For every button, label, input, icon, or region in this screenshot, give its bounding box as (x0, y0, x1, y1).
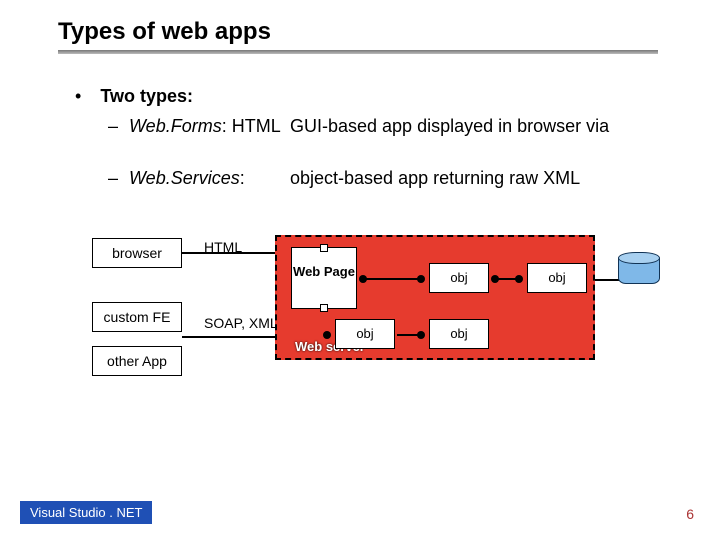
browser-box: browser (92, 238, 182, 268)
web-page-text: Web Page (293, 264, 355, 279)
bullet-webservices: – Web.Services: (108, 168, 245, 189)
webservices-suffix: : (240, 168, 245, 188)
webforms-suffix: : HTML (222, 116, 281, 136)
obj-box-bottom-right: obj (429, 319, 489, 349)
obj-box-right: obj (527, 263, 587, 293)
custom-fe-box: custom FE (92, 302, 182, 332)
page-number: 6 (686, 506, 694, 522)
obj-box-top: obj (429, 263, 489, 293)
other-app-box: other App (92, 346, 182, 376)
bullet-two-types-text: Two types: (100, 86, 193, 106)
database-icon (618, 258, 660, 290)
line-fe-to-server (182, 336, 278, 338)
page-title: Types of web apps (58, 18, 271, 46)
webforms-desc: GUI-based app displayed in browser via (290, 116, 609, 137)
endpoint-dot (323, 331, 331, 339)
conn-line (365, 278, 419, 280)
webservices-name: Web.Services (129, 168, 240, 188)
web-server-container: Web server Web Page obj obj obj obj (275, 235, 595, 360)
conn-line (397, 334, 421, 336)
footer-product-chip: Visual Studio . NET (20, 501, 152, 524)
bullet-webforms: – Web.Forms: HTML (108, 116, 281, 137)
line-browser-to-server (182, 252, 278, 254)
title-underline (58, 50, 658, 54)
webforms-name: Web.Forms (129, 116, 222, 136)
obj-box-bottom-left: obj (335, 319, 395, 349)
proto-soap-label: SOAP, XML (204, 316, 278, 331)
bullet-two-types: Two types: (75, 86, 193, 107)
webservices-desc: object-based app returning raw XML (290, 168, 580, 189)
web-page-box: Web Page (291, 247, 357, 309)
conn-line (495, 278, 519, 280)
